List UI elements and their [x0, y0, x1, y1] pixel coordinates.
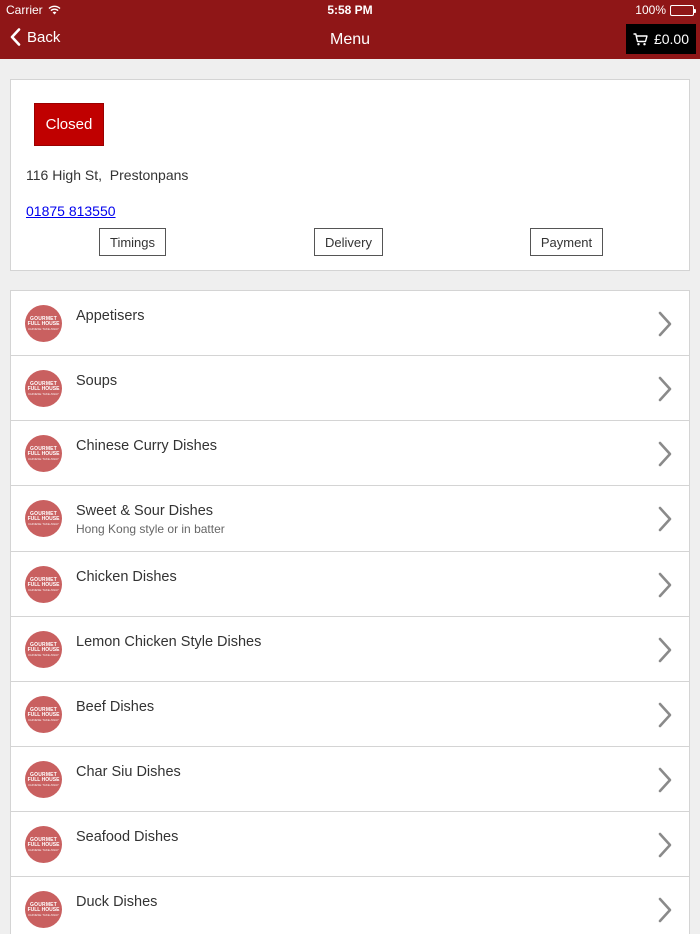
- category-title: Soups: [76, 373, 118, 389]
- nav-bar: Back Menu £0.00: [0, 20, 700, 59]
- category-subtitle: Hong Kong style or in batter: [76, 522, 225, 536]
- battery-icon: [670, 4, 696, 16]
- menu-category-row[interactable]: GOURMET FULL HOUSE CHINESE TAKE AWAY Chicke…: [11, 552, 689, 617]
- menu-category-row[interactable]: GOURMET FULL HOUSE CHINESE TAKE AWAY Seafoo…: [11, 812, 689, 877]
- category-title: Chicken Dishes: [76, 569, 177, 585]
- chevron-right-icon: [658, 832, 672, 858]
- chevron-right-icon: [658, 702, 672, 728]
- chevron-right-icon: [658, 637, 672, 663]
- menu-category-row[interactable]: GOURMET FULL HOUSE CHINESE TAKE AWAY Beef D…: [11, 682, 689, 747]
- status-time: 5:58 PM: [327, 3, 373, 17]
- battery-percent: 100%: [635, 3, 666, 17]
- chevron-right-icon: [658, 506, 672, 532]
- category-title: Appetisers: [76, 308, 145, 324]
- timings-button[interactable]: Timings: [99, 228, 166, 256]
- shop-address: 116 High St, Prestonpans: [26, 167, 189, 183]
- category-title: Chinese Curry Dishes: [76, 438, 218, 454]
- restaurant-logo-icon: GOURMET FULL HOUSE CHINESE TAKE AWAY: [25, 566, 62, 603]
- restaurant-logo-icon: GOURMET FULL HOUSE CHINESE TAKE AWAY: [25, 826, 62, 863]
- menu-category-row[interactable]: GOURMET FULL HOUSE CHINESE TAKE AWAY Chines…: [11, 421, 689, 486]
- chevron-right-icon: [658, 897, 672, 923]
- chevron-right-icon: [658, 767, 672, 793]
- status-badge: Closed: [34, 103, 104, 146]
- restaurant-logo-icon: GOURMET FULL HOUSE CHINESE TAKE AWAY: [25, 631, 62, 668]
- category-title: Duck Dishes: [76, 894, 158, 910]
- category-title: Seafood Dishes: [76, 829, 179, 845]
- restaurant-logo-icon: GOURMET FULL HOUSE CHINESE TAKE AWAY: [25, 891, 62, 928]
- payment-button[interactable]: Payment: [530, 228, 603, 256]
- menu-category-row[interactable]: GOURMET FULL HOUSE CHINESE TAKE AWAY Duck D…: [11, 877, 689, 934]
- app-header: Carrier 5:58 PM 100% Back Menu £0.00: [0, 0, 700, 59]
- category-title: Beef Dishes: [76, 699, 155, 715]
- shop-phone-link[interactable]: 01875 813550: [26, 203, 116, 219]
- restaurant-logo-icon: GOURMET FULL HOUSE CHINESE TAKE AWAY: [25, 696, 62, 733]
- cart-icon: [633, 32, 648, 45]
- category-title: Sweet & Sour Dishes: [76, 503, 214, 519]
- restaurant-logo-icon: GOURMET FULL HOUSE CHINESE TAKE AWAY: [25, 435, 62, 472]
- chevron-right-icon: [658, 311, 672, 337]
- menu-category-row[interactable]: GOURMET FULL HOUSE CHINESE TAKE AWAY Appeti…: [11, 291, 689, 356]
- restaurant-logo-icon: GOURMET FULL HOUSE CHINESE TAKE AWAY: [25, 370, 62, 407]
- chevron-right-icon: [658, 572, 672, 598]
- cart-total: £0.00: [653, 31, 690, 47]
- cart-button[interactable]: £0.00: [626, 24, 696, 54]
- chevron-right-icon: [658, 376, 672, 402]
- chevron-right-icon: [658, 441, 672, 467]
- menu-category-list: GOURMET FULL HOUSE CHINESE TAKE AWAY Appeti…: [10, 290, 690, 934]
- delivery-button[interactable]: Delivery: [314, 228, 383, 256]
- restaurant-logo-icon: GOURMET FULL HOUSE CHINESE TAKE AWAY: [25, 500, 62, 537]
- menu-category-row[interactable]: GOURMET FULL HOUSE CHINESE TAKE AWAY Soups: [11, 356, 689, 421]
- shop-info-card: Closed 116 High St, Prestonpans 01875 81…: [10, 79, 690, 271]
- restaurant-logo-icon: GOURMET FULL HOUSE CHINESE TAKE AWAY: [25, 761, 62, 798]
- status-bar: Carrier 5:58 PM 100%: [0, 0, 700, 20]
- menu-category-row[interactable]: GOURMET FULL HOUSE CHINESE TAKE AWAY Sweet …: [11, 486, 689, 552]
- restaurant-logo-icon: GOURMET FULL HOUSE CHINESE TAKE AWAY: [25, 305, 62, 342]
- menu-category-row[interactable]: GOURMET FULL HOUSE CHINESE TAKE AWAY Lemon …: [11, 617, 689, 682]
- category-title: Lemon Chicken Style Dishes: [76, 634, 262, 650]
- status-battery: 100%: [635, 3, 696, 17]
- menu-category-row[interactable]: GOURMET FULL HOUSE CHINESE TAKE AWAY Char S…: [11, 747, 689, 812]
- category-title: Char Siu Dishes: [76, 764, 181, 780]
- page-title: Menu: [329, 31, 371, 48]
